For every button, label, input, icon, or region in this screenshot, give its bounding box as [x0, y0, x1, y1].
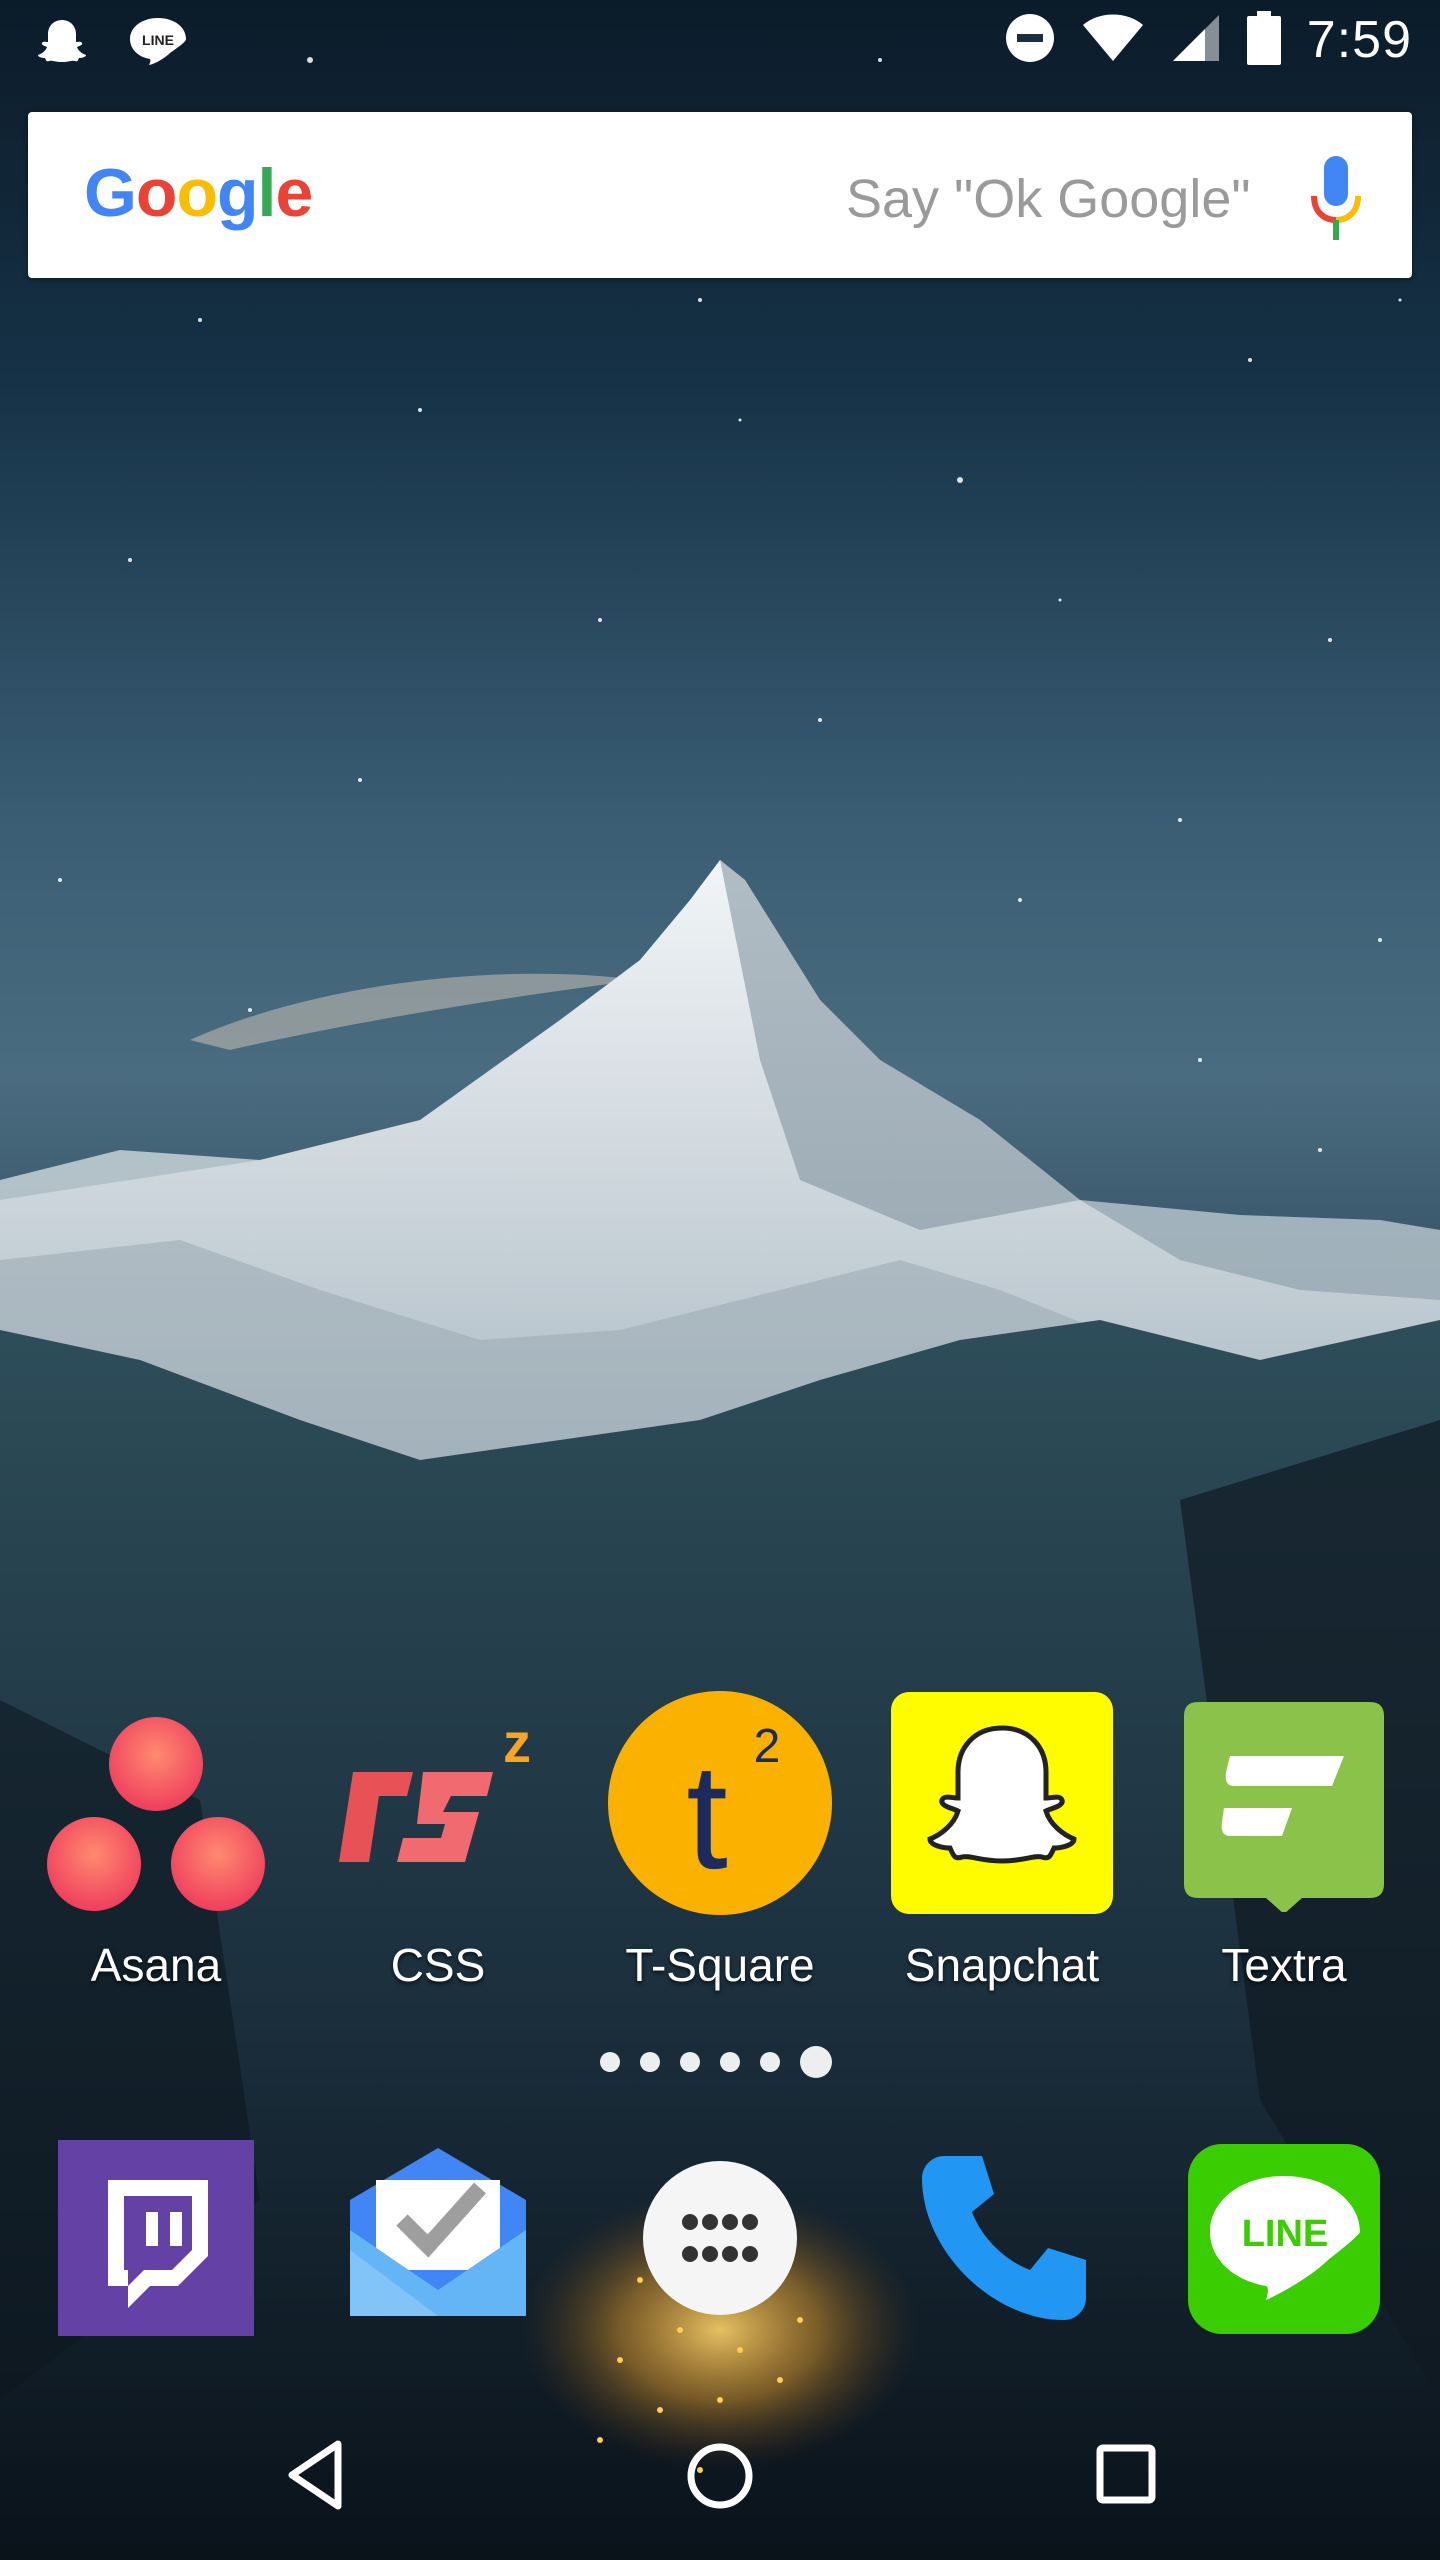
- dock-phone[interactable]: [920, 2154, 1088, 2322]
- snapchat-icon: [891, 1692, 1113, 1914]
- page-dot[interactable]: [680, 2052, 700, 2072]
- twitch-icon: [58, 2140, 254, 2340]
- svg-text:LINE: LINE: [142, 32, 174, 48]
- status-clock: 7:59: [1306, 11, 1412, 69]
- recents-icon[interactable]: [1096, 2444, 1156, 2509]
- page-indicator[interactable]: [600, 2046, 832, 2078]
- t-square-icon: t 2: [607, 1690, 833, 1916]
- page-dot-active[interactable]: [800, 2046, 832, 2078]
- asana-icon: [46, 1704, 266, 1914]
- notification-icons: LINE: [36, 14, 188, 75]
- app-t-square[interactable]: t 2 T-Square: [590, 1688, 850, 1998]
- battery-icon: [1246, 10, 1281, 70]
- google-logo-letter: g: [217, 155, 259, 231]
- svg-text:t: t: [686, 1732, 728, 1900]
- app-drawer-icon: [642, 2161, 798, 2320]
- css-zz-icon: z: [333, 1711, 543, 1892]
- app-label: Textra: [1221, 1939, 1347, 1991]
- google-logo-letter: l: [257, 155, 277, 231]
- dock-app-drawer[interactable]: [642, 2160, 798, 2316]
- google-logo: Google: [84, 154, 313, 232]
- do-not-disturb-icon: [1005, 13, 1055, 68]
- dock-inbox[interactable]: [346, 2140, 530, 2324]
- app-asana[interactable]: Asana: [26, 1688, 286, 1998]
- app-label: Asana: [90, 1939, 222, 1991]
- navigation-bar: [0, 2400, 1440, 2560]
- wifi-icon: [1081, 13, 1145, 68]
- line-icon: LINE: [128, 14, 188, 75]
- page-dot[interactable]: [600, 2052, 620, 2072]
- textra-icon: [1184, 1702, 1384, 1914]
- app-label: T-Square: [625, 1939, 815, 1991]
- line-icon: LINE: [1188, 2144, 1380, 2338]
- dock-line[interactable]: LINE: [1188, 2144, 1380, 2334]
- svg-text:z: z: [503, 1712, 531, 1774]
- search-hint[interactable]: Say "Ok Google": [846, 168, 1251, 230]
- app-label: Snapchat: [904, 1939, 1100, 1991]
- app-textra[interactable]: Textra: [1154, 1688, 1414, 1998]
- app-label: CSS: [390, 1939, 486, 1991]
- status-bar: LINE 7:59: [0, 0, 1440, 84]
- google-logo-letter: o: [176, 155, 218, 231]
- phone-icon: [920, 2156, 1088, 2326]
- svg-text:LINE: LINE: [1242, 2213, 1329, 2255]
- svg-text:2: 2: [754, 1720, 781, 1773]
- system-icons: 7:59: [1005, 10, 1412, 70]
- google-logo-letter: o: [135, 155, 178, 231]
- google-logo-letter: e: [275, 155, 313, 231]
- cellular-signal-icon: [1171, 13, 1221, 68]
- microphone-icon[interactable]: [1310, 156, 1362, 242]
- app-css[interactable]: z CSS: [308, 1688, 568, 1998]
- page-dot[interactable]: [760, 2052, 780, 2072]
- app-snapchat[interactable]: Snapchat: [872, 1688, 1132, 1998]
- home-icon[interactable]: [686, 2442, 754, 2515]
- page-dot[interactable]: [640, 2052, 660, 2072]
- dock-twitch[interactable]: [58, 2140, 254, 2336]
- back-icon[interactable]: [286, 2440, 342, 2515]
- inbox-icon: [346, 2148, 530, 2328]
- google-logo-letter: G: [84, 155, 137, 231]
- google-search-bar[interactable]: Google Say "Ok Google": [28, 112, 1412, 278]
- snapchat-ghost-icon: [36, 16, 88, 73]
- page-dot[interactable]: [720, 2052, 740, 2072]
